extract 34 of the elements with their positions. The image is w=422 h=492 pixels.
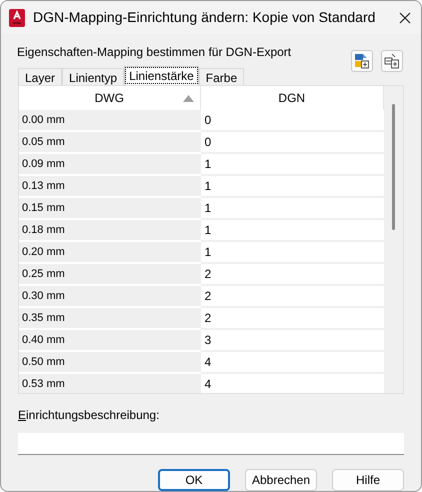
close-icon[interactable] — [399, 12, 411, 24]
table-cell: 0 — [200, 110, 384, 132]
import-button[interactable] — [351, 50, 373, 72]
table-cell: 3 — [200, 330, 384, 352]
table-import-icon — [354, 53, 370, 69]
sort-arrow-icon — [182, 94, 194, 102]
description-field[interactable] — [18, 433, 404, 455]
scroll-thumb[interactable] — [392, 104, 395, 230]
table-cell: 1 — [200, 176, 384, 198]
table-cell: 1 — [200, 220, 384, 242]
dialog-button[interactable]: Abbrechen — [245, 469, 317, 491]
table-cell: 2 — [200, 286, 384, 308]
tab[interactable]: Linientyp — [62, 68, 124, 85]
tab[interactable]: Linienstärke — [124, 66, 199, 85]
table-cell: 4 — [200, 352, 384, 374]
app-icon — [9, 8, 25, 26]
export-button[interactable] — [381, 50, 403, 72]
tab[interactable]: Farbe — [198, 68, 244, 85]
table-cell: 1 — [200, 198, 384, 220]
table-cell: 2 — [200, 264, 384, 286]
tab[interactable]: Layer — [18, 68, 62, 85]
heading-label: Eigenschaften-Mapping bestimmen für DGN-Export — [17, 44, 292, 61]
column-header[interactable]: DGN — [200, 86, 384, 110]
table-cell: 1 — [200, 154, 384, 176]
window-title: DGN-Mapping-Einrichtung ändern: Kopie von Standard — [33, 8, 376, 27]
table-cell: 4 — [200, 374, 384, 393]
description-label: Einrichtungsbeschreibung: — [18, 408, 160, 422]
table-export-icon — [384, 53, 400, 69]
dialog-button[interactable]: Hilfe — [332, 469, 404, 491]
table-cell: 2 — [200, 308, 384, 330]
table-cell: 1 — [200, 242, 384, 264]
column-header[interactable]: DWG — [19, 86, 201, 110]
table-cell: 0 — [200, 132, 384, 154]
dialog-button[interactable]: OK — [158, 469, 230, 491]
